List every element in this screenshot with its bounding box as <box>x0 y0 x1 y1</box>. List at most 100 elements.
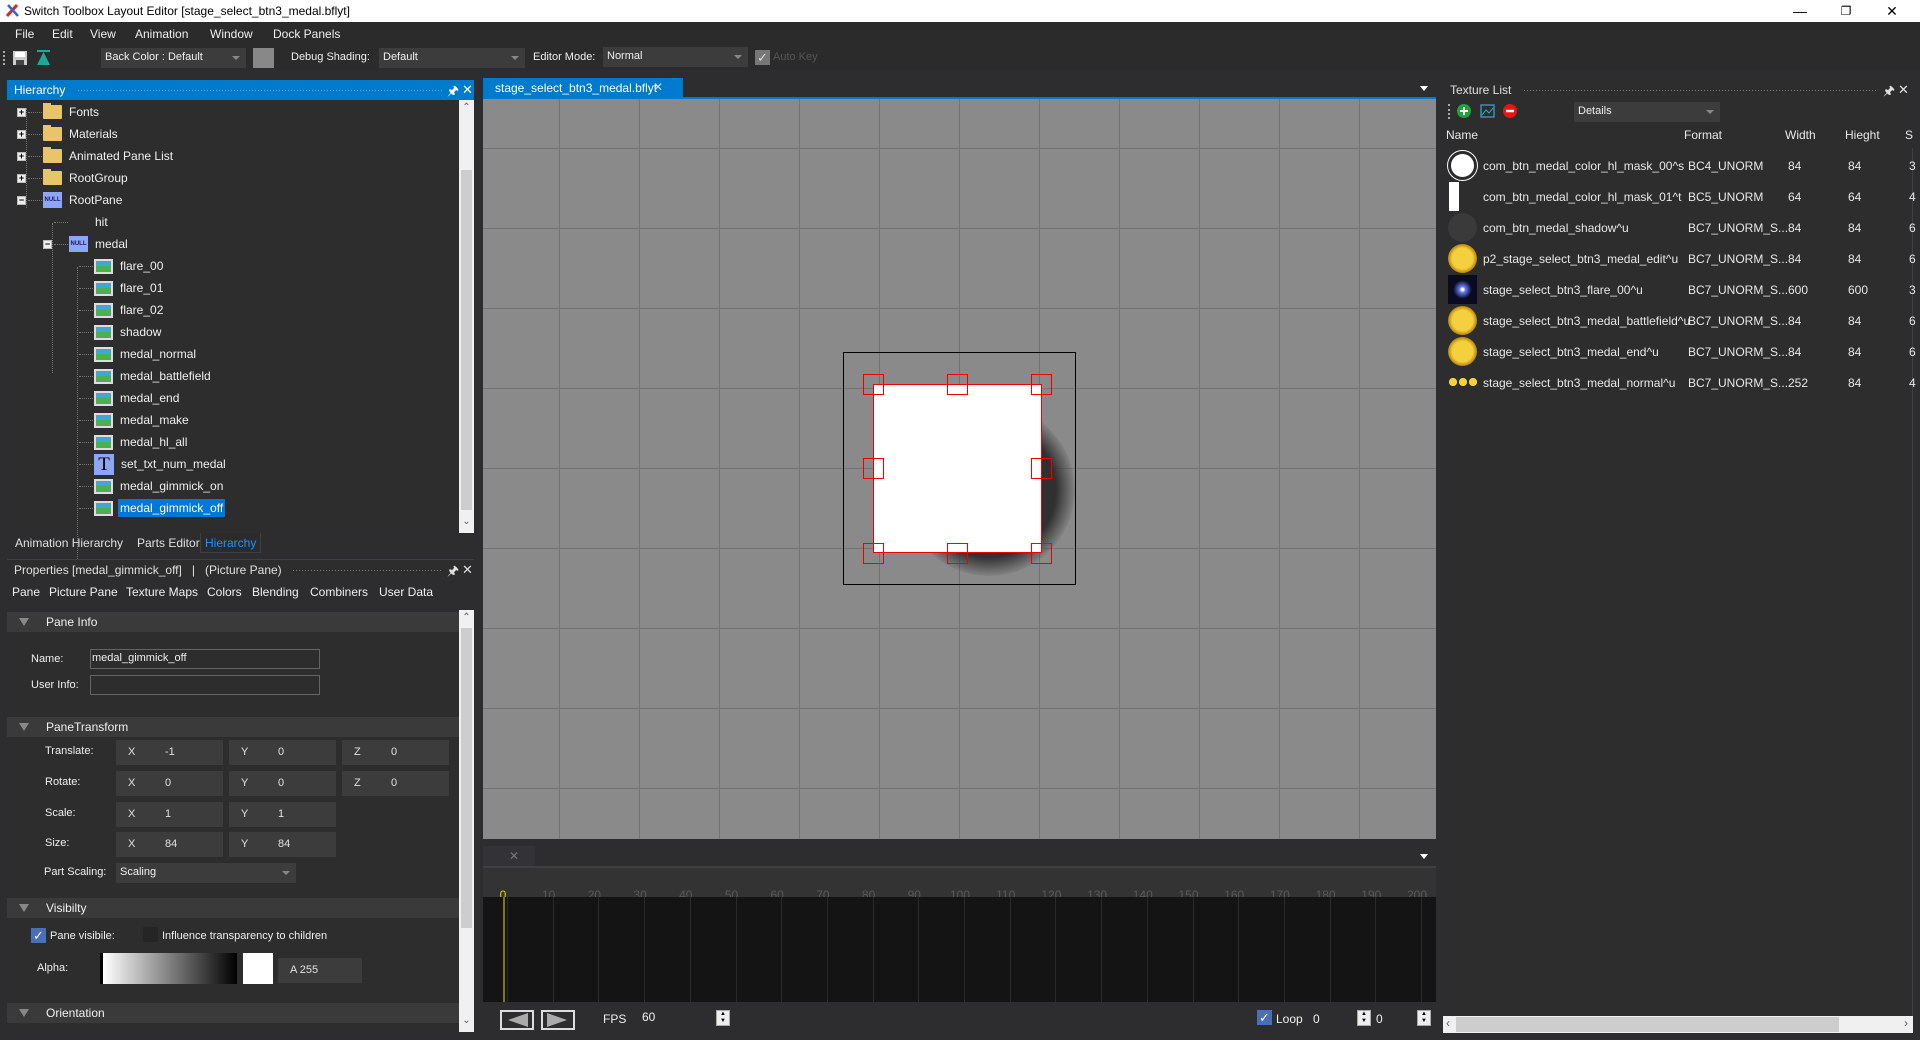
add-texture-icon[interactable] <box>1457 104 1471 118</box>
fps-spinner[interactable]: ▲ ▼ <box>716 1010 730 1026</box>
tree-item[interactable]: Animated Pane List <box>43 146 175 166</box>
next-frame-button[interactable] <box>541 1010 575 1030</box>
tab-colors[interactable]: Colors <box>207 585 242 599</box>
tree-item[interactable]: medal_gimmick_on <box>94 476 225 496</box>
editor-mode-dropdown[interactable]: Normal <box>603 47 748 67</box>
tree-item[interactable]: flare_01 <box>94 278 165 298</box>
pin-icon[interactable]: 🖈 <box>447 562 459 584</box>
resize-handle-bottom-right[interactable] <box>1031 543 1052 564</box>
rotate-x-field[interactable]: X0 <box>116 771 223 796</box>
timeline-dropdown-icon[interactable] <box>1420 854 1428 859</box>
expand-toggle-icon[interactable]: + <box>17 130 26 139</box>
column-height[interactable]: Hieght <box>1845 128 1880 142</box>
menu-edit[interactable]: Edit <box>52 27 73 41</box>
alpha-value-field[interactable]: A 255 <box>278 958 362 983</box>
scroll-down-icon[interactable]: ⌄ <box>459 1015 474 1032</box>
expand-toggle-icon[interactable]: + <box>17 174 26 183</box>
properties-scrollbar[interactable]: ⌃ ⌄ <box>459 610 474 1032</box>
close-timeline-tab-icon[interactable]: ✕ <box>509 849 519 863</box>
name-input[interactable]: medal_gimmick_off <box>90 649 320 669</box>
close-window-button[interactable]: ✕ <box>1869 0 1915 22</box>
scroll-up-icon[interactable]: ⌃ <box>459 612 474 629</box>
hierarchy-scrollbar[interactable]: ⌃ ⌄ <box>459 100 474 533</box>
minimize-button[interactable]: — <box>1777 0 1823 22</box>
translate-x-field[interactable]: X -1 <box>116 740 223 765</box>
resize-handle-right[interactable] <box>1031 458 1052 479</box>
section-orientation[interactable]: Orientation <box>7 1003 459 1023</box>
texture-row[interactable]: p2_stage_select_btn3_medal_edit^u BC7_UNO… <box>1443 243 1916 274</box>
texture-row[interactable]: com_btn_medal_shadow^u BC7_UNORM_S... 84 84… <box>1443 212 1916 243</box>
tab-picture-pane[interactable]: Picture Pane <box>49 585 118 599</box>
auto-key-checkbox[interactable]: ✓ <box>755 50 770 65</box>
tab-parts-editor[interactable]: Parts Editor <box>133 533 204 553</box>
tab-texture-maps[interactable]: Texture Maps <box>126 585 198 599</box>
tree-item[interactable]: medal_gimmick_off <box>94 498 226 518</box>
end-frame-spinner[interactable]: ▲ ▼ <box>1417 1010 1431 1026</box>
fps-value[interactable]: 60 <box>642 1010 655 1024</box>
tree-item[interactable]: RootGroup <box>43 168 130 188</box>
current-frame-marker[interactable] <box>503 897 505 1002</box>
menu-window[interactable]: Window <box>210 27 253 41</box>
user-info-input[interactable] <box>90 675 320 695</box>
translate-z-field[interactable]: Z0 <box>342 740 449 765</box>
debug-shading-dropdown[interactable]: Default <box>379 48 525 68</box>
loop-checkbox[interactable]: ✓ <box>1257 1010 1272 1025</box>
drag-grip[interactable] <box>1523 89 1878 92</box>
influence-transparency-checkbox[interactable] <box>143 927 158 942</box>
menu-animation[interactable]: Animation <box>135 27 188 41</box>
resize-handle-top[interactable] <box>947 374 968 395</box>
scale-y-field[interactable]: Y1 <box>229 802 336 827</box>
end-frame-value[interactable]: 0 <box>1376 1012 1383 1026</box>
toolbar-grip[interactable] <box>3 51 5 65</box>
tab-user-data[interactable]: User Data <box>379 585 433 599</box>
texture-row[interactable]: stage_select_btn3_flare_00^u BC7_UNORM_S.… <box>1443 274 1916 305</box>
tab-list-dropdown-icon[interactable] <box>1420 86 1428 91</box>
tree-item[interactable]: medal_make <box>94 410 191 430</box>
collapse-icon[interactable] <box>19 904 29 912</box>
pin-tool-icon[interactable] <box>36 50 51 65</box>
maximize-button[interactable]: ❐ <box>1823 0 1869 22</box>
menu-file[interactable]: File <box>15 27 34 41</box>
tree-item[interactable]: NULL RootPane <box>43 190 124 210</box>
expand-toggle-icon[interactable]: − <box>17 196 26 205</box>
pane-visible-checkbox[interactable]: ✓ <box>31 928 46 943</box>
back-color-dropdown[interactable]: Back Color : Default <box>101 48 246 68</box>
close-panel-icon[interactable]: ✕ <box>462 562 473 578</box>
tree-item[interactable]: medal_battlefield <box>94 366 213 386</box>
texture-row[interactable]: stage_select_btn3_medal_normal^u BC7_UNOR… <box>1443 367 1916 398</box>
resize-handle-top-right[interactable] <box>1031 374 1052 395</box>
section-visibility[interactable]: Visibilty <box>7 898 459 918</box>
tree-item[interactable]: Tset_txt_num_medal <box>94 453 228 475</box>
size-x-field[interactable]: X 84 <box>116 832 223 857</box>
scroll-thumb[interactable] <box>461 170 472 510</box>
tree-item[interactable]: medal_normal <box>94 344 198 364</box>
resize-handle-bottom-left[interactable] <box>863 543 884 564</box>
tree-item[interactable]: NULL medal <box>69 234 130 254</box>
collapse-icon[interactable] <box>19 618 29 626</box>
start-frame-spinner[interactable]: ▲ ▼ <box>1357 1010 1371 1026</box>
timeline-tab[interactable]: ✕ <box>483 846 535 866</box>
remove-texture-icon[interactable] <box>1503 104 1517 118</box>
expand-toggle-icon[interactable]: + <box>17 108 26 117</box>
selected-pane[interactable] <box>873 384 1042 553</box>
resize-handle-bottom[interactable] <box>947 543 968 564</box>
scroll-left-icon[interactable]: ‹ <box>1446 1016 1450 1030</box>
part-scaling-dropdown[interactable]: Scaling <box>116 863 296 883</box>
expand-toggle-icon[interactable]: − <box>43 240 52 249</box>
previous-frame-button[interactable] <box>500 1010 534 1030</box>
section-pane-info[interactable]: Pane Info <box>7 612 459 632</box>
translate-y-field[interactable]: Y0 <box>229 740 336 765</box>
timeline-ruler[interactable]: 0 10 20 30 40 50 60 70 80 90 100 110 120 130 140 150 160… <box>483 866 1436 902</box>
drag-grip[interactable] <box>292 569 442 572</box>
scroll-up-icon[interactable]: ⌃ <box>459 102 474 119</box>
tree-item[interactable]: Fonts <box>43 102 101 122</box>
texture-row[interactable]: com_btn_medal_color_hl_mask_01^t BC5_UNOR… <box>1443 181 1916 212</box>
start-frame-value[interactable]: 0 <box>1313 1012 1320 1026</box>
tree-item[interactable]: medal_hl_all <box>94 432 189 452</box>
tab-animation-hierarchy[interactable]: Animation Hierarchy <box>11 533 127 553</box>
rotate-z-field[interactable]: Z0 <box>342 771 449 796</box>
menu-view[interactable]: View <box>90 27 116 41</box>
tab-hierarchy[interactable]: Hierarchy <box>200 533 262 553</box>
collapse-icon[interactable] <box>19 723 29 731</box>
menu-dock-panels[interactable]: Dock Panels <box>273 27 340 41</box>
